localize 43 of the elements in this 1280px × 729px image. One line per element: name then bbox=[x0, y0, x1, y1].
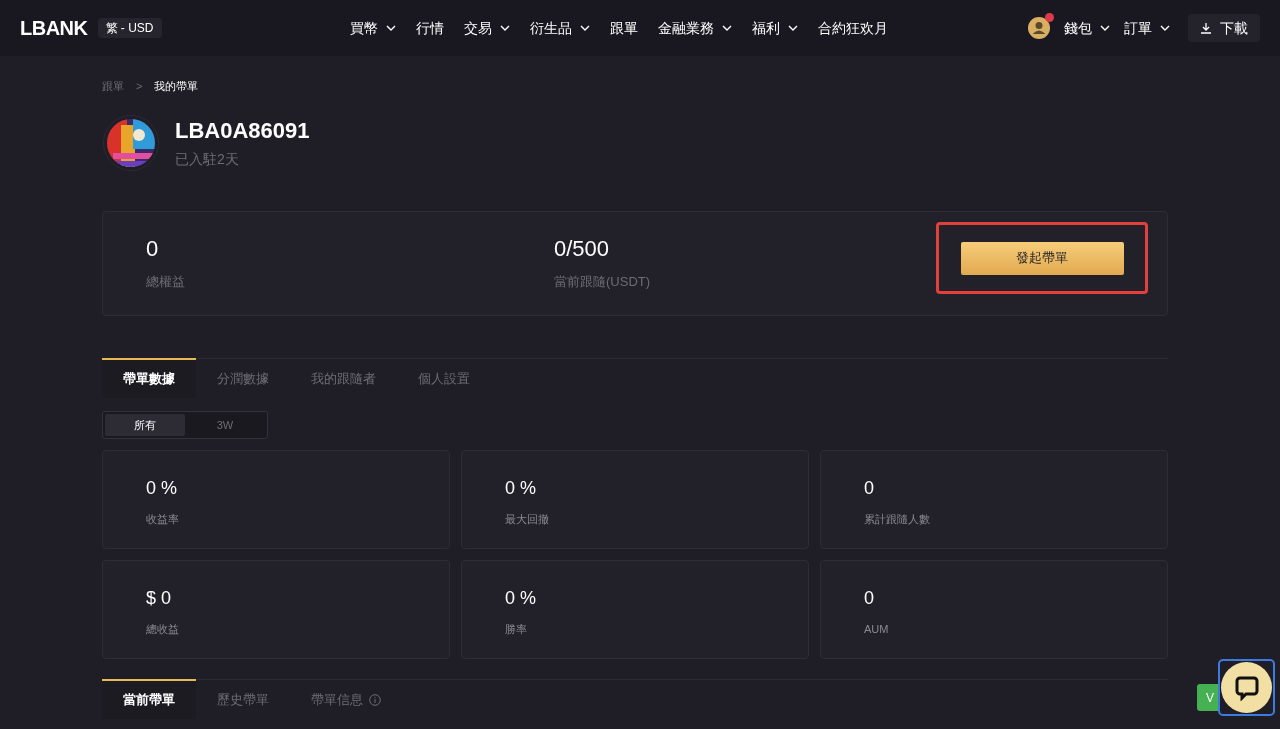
logo[interactable]: LBANK bbox=[20, 13, 88, 43]
breadcrumb-link[interactable]: 我的帶單 bbox=[154, 77, 199, 95]
account-menu[interactable]: 錢包 bbox=[1064, 17, 1110, 39]
stat-value: 0/500 bbox=[554, 235, 611, 262]
joined-duration: 已入駐2天 bbox=[175, 149, 240, 169]
metric-label: AUM bbox=[864, 622, 889, 637]
metric-label: 勝率 bbox=[505, 622, 527, 637]
metric-value: 0 % bbox=[146, 477, 178, 499]
avatar-icon[interactable] bbox=[1028, 17, 1050, 39]
metric-label: 累計跟隨人數 bbox=[864, 512, 930, 527]
nav-item[interactable]: 交易 bbox=[464, 17, 510, 39]
nav-item[interactable]: 福利 bbox=[752, 17, 798, 39]
nav-item[interactable]: 衍生品 bbox=[530, 17, 590, 39]
stat-value: 0 bbox=[146, 235, 160, 262]
chat-icon bbox=[1233, 674, 1260, 701]
metric-value: 0 % bbox=[505, 477, 537, 499]
period-option[interactable]: 所有 bbox=[105, 414, 185, 436]
metric-value: 0 bbox=[864, 587, 874, 609]
stat-label: 總權益 bbox=[146, 272, 186, 291]
profile-name: LBA0A86091 bbox=[175, 116, 310, 145]
nav-item[interactable]: 跟單 bbox=[610, 17, 638, 39]
chevron-down-icon bbox=[1160, 25, 1170, 31]
nav-item[interactable]: 買幣 bbox=[350, 17, 396, 39]
start-lead-order-button[interactable]: 發起帶單 bbox=[960, 241, 1124, 275]
metric-value: 0 % bbox=[505, 587, 537, 609]
account-menu[interactable]: 訂單 bbox=[1124, 17, 1170, 39]
locale-button[interactable]: 繁 - USD bbox=[97, 18, 162, 38]
tab[interactable]: 帶單數據 bbox=[102, 358, 196, 398]
metric-value: 0 bbox=[864, 477, 874, 499]
download-icon bbox=[1200, 22, 1212, 34]
tab[interactable]: 當前帶單 bbox=[102, 679, 196, 719]
nav-item[interactable]: 行情 bbox=[416, 17, 444, 39]
metric-label: 總收益 bbox=[146, 622, 179, 637]
nav-item[interactable]: 金融業務 bbox=[658, 17, 732, 39]
stat-label: 當前跟隨(USDT) bbox=[554, 272, 652, 291]
chat-button[interactable] bbox=[1218, 659, 1275, 716]
metric-value: $ 0 bbox=[146, 587, 172, 609]
metric-label: 最大回撤 bbox=[505, 512, 549, 527]
nav-item[interactable]: 合約狂欢月 bbox=[818, 17, 888, 39]
chevron-down-icon bbox=[1100, 25, 1110, 31]
metric-label: 收益率 bbox=[146, 512, 179, 527]
download-button[interactable]: 下載 bbox=[1188, 14, 1260, 42]
breadcrumb-separator: > bbox=[136, 78, 143, 94]
